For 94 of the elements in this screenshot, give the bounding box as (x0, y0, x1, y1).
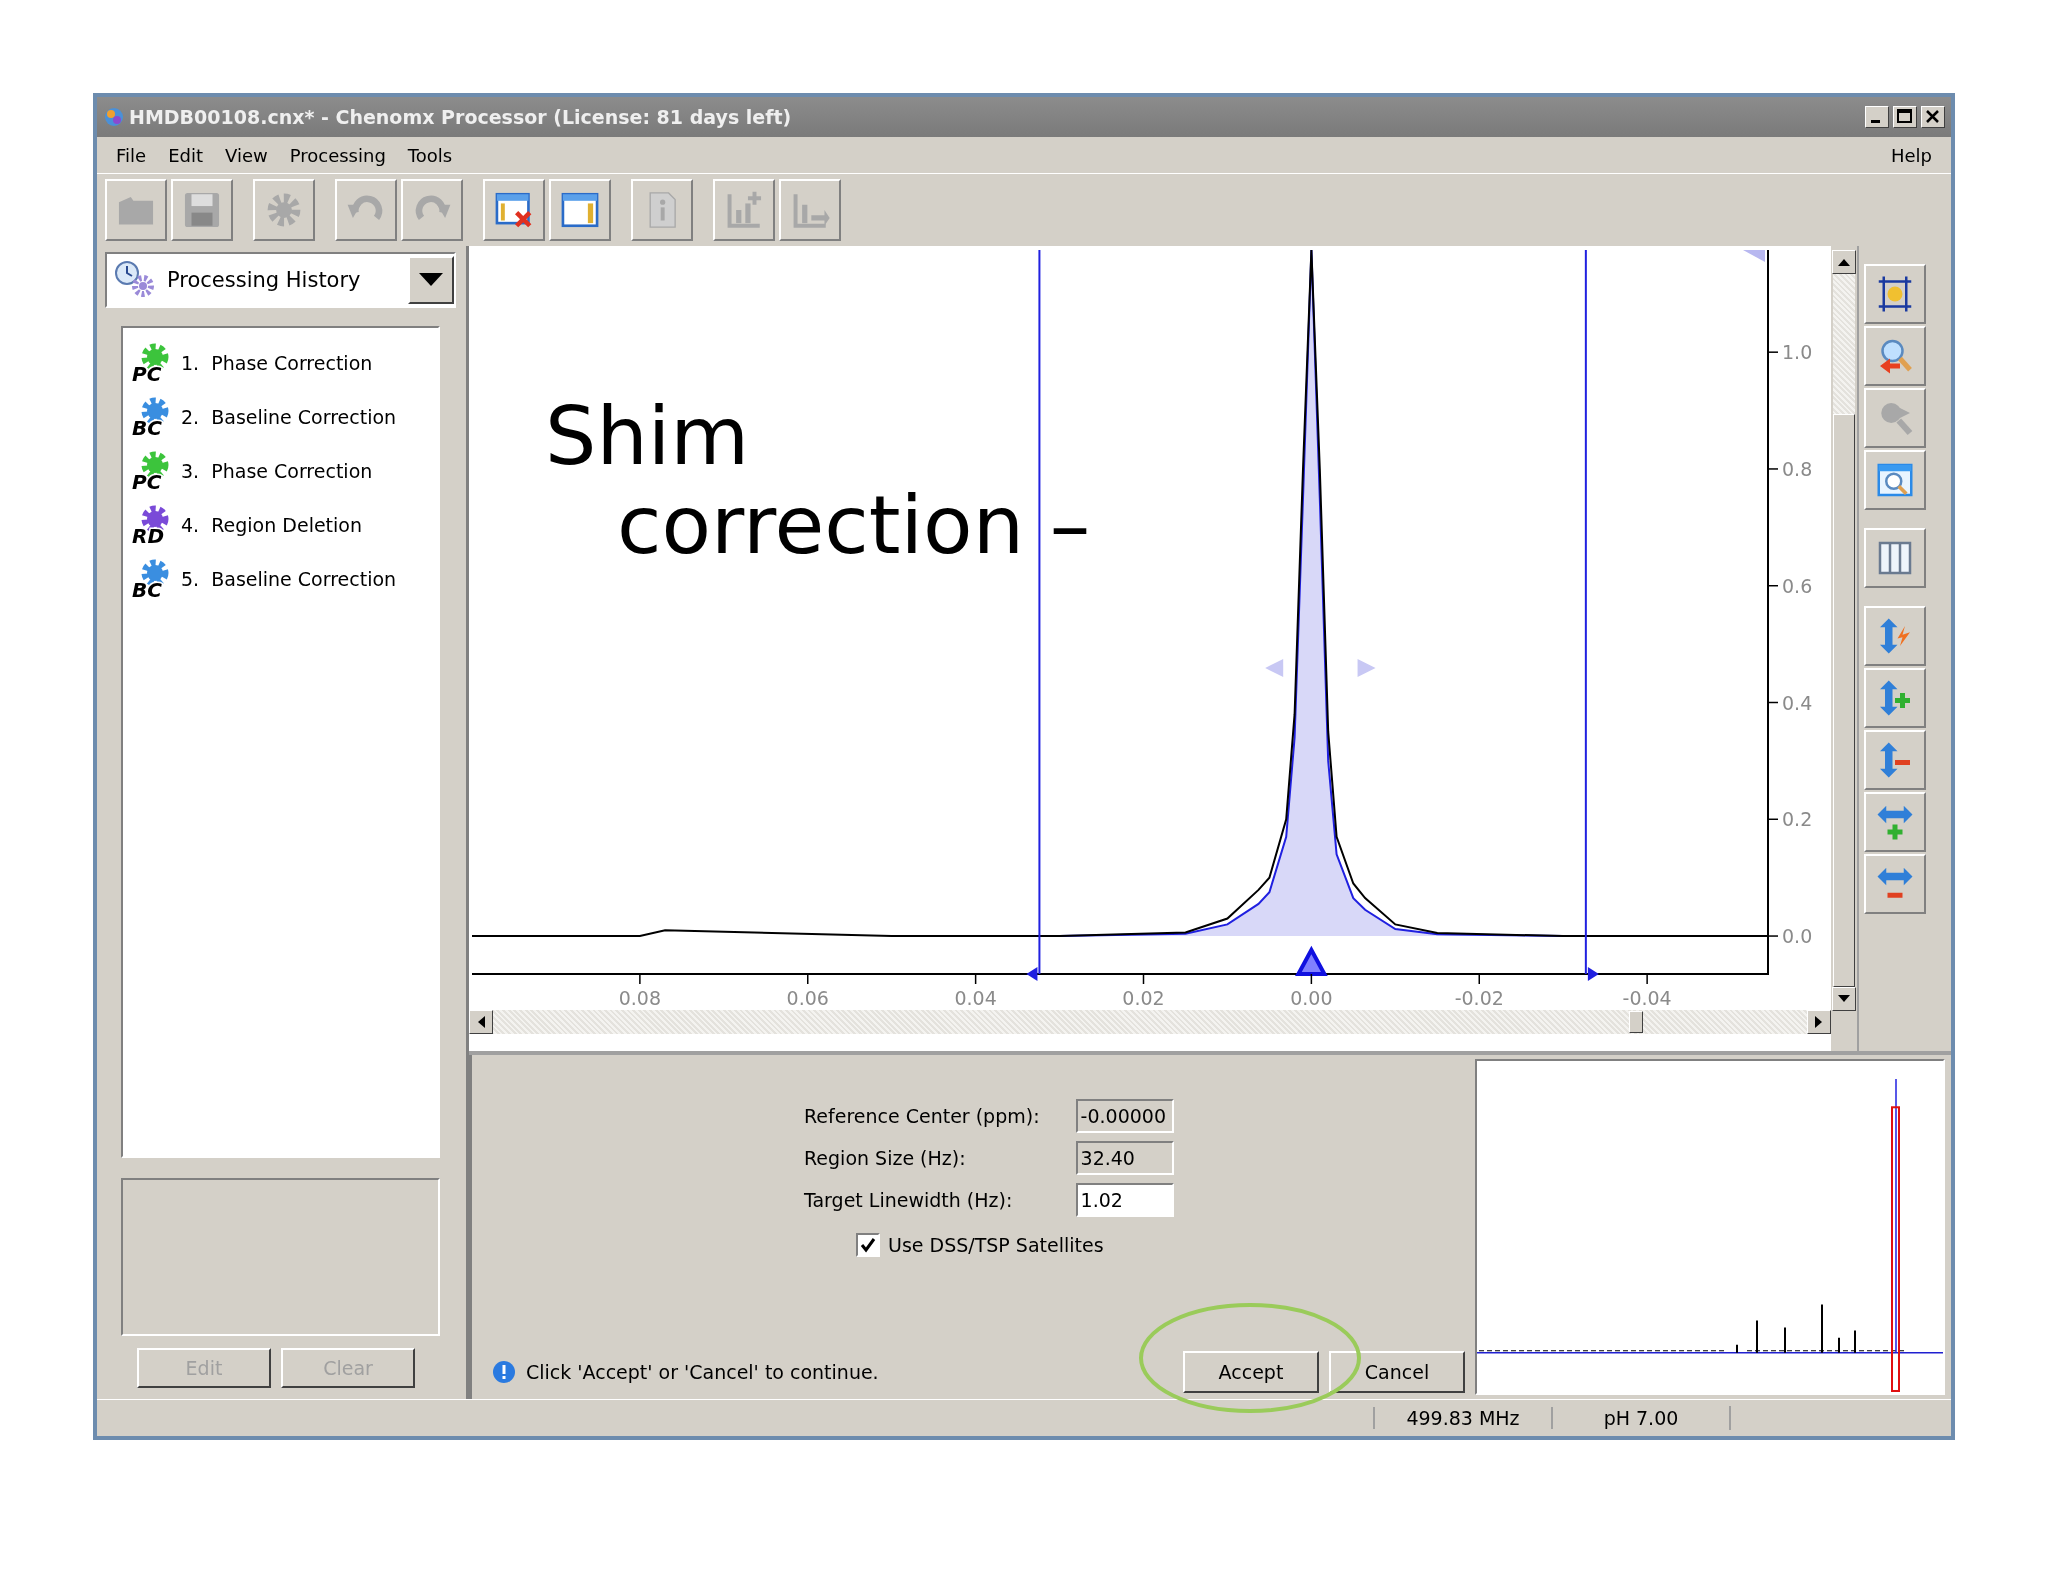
panel-selector[interactable]: Processing History (105, 252, 456, 308)
history-label: 3. Phase Correction (181, 460, 373, 482)
y-tick (1767, 701, 1779, 704)
x-tick (807, 973, 809, 985)
app-icon (103, 106, 125, 128)
region-line[interactable] (1584, 249, 1587, 975)
scroll-thumb[interactable] (1629, 1011, 1643, 1033)
maximize-button[interactable] (1893, 106, 1917, 128)
menu-item[interactable]: File (105, 144, 158, 166)
y-tick-label: 1.0 (1782, 341, 1813, 364)
center-marker[interactable] (1295, 945, 1328, 976)
tool-button[interactable] (1864, 730, 1926, 790)
status-field: 499.83 MHz (1373, 1407, 1551, 1429)
x-tick-label: 0.06 (786, 987, 829, 1009)
y-tick (1767, 818, 1779, 820)
cancel-button[interactable]: Cancel (1329, 1351, 1465, 1393)
x-tick-label: 0.00 (1290, 987, 1333, 1009)
region-arrow-icon[interactable] (1587, 967, 1599, 981)
dropdown-button[interactable] (408, 256, 454, 304)
status-message: Click 'Accept' or 'Cancel' to continue. (526, 1361, 879, 1383)
checkbox-label[interactable]: Use DSS/TSP Satellites (888, 1234, 1104, 1256)
tool-button[interactable] (1864, 264, 1926, 324)
x-tick-label: -0.02 (1454, 987, 1504, 1009)
scroll-up-button[interactable] (1832, 250, 1856, 274)
scroll-down-button[interactable] (1832, 987, 1856, 1011)
region-line[interactable] (1038, 249, 1041, 975)
y-tick (1767, 468, 1779, 470)
history-label: 1. Phase Correction (181, 352, 373, 374)
corner-marker[interactable] (1743, 250, 1765, 262)
x-tick (1142, 973, 1145, 985)
y-tick-label: 0.6 (1782, 574, 1813, 597)
x-tick (1646, 973, 1648, 985)
y-tick-label: 0.2 (1782, 808, 1813, 831)
menu-item[interactable]: Tools (396, 144, 464, 166)
x-tick-label: -0.04 (1622, 987, 1672, 1009)
toolbar-button[interactable] (483, 179, 545, 241)
scroll-left-button[interactable] (469, 1010, 493, 1034)
close-button[interactable] (1921, 106, 1945, 128)
history-item[interactable]: PC 1. Phase Correction (131, 336, 430, 390)
x-tick-label: 0.04 (954, 987, 997, 1009)
slide-caption: Shim correction – (545, 392, 1091, 571)
history-item[interactable]: RD 4. Region Deletion (131, 498, 430, 552)
y-tick-label: 0.4 (1782, 691, 1813, 714)
x-tick (639, 973, 641, 985)
field-label: Target Linewidth (Hz): (804, 1189, 1014, 1211)
status-field: pH 7.00 (1551, 1407, 1729, 1429)
scroll-thumb[interactable] (1833, 414, 1855, 987)
up-arrow-icon (1838, 258, 1850, 266)
horizontal-scrollbar[interactable] (469, 1010, 1831, 1034)
caret-icon (419, 273, 443, 287)
history-label: 2. Baseline Correction (181, 406, 397, 428)
y-tick (1767, 351, 1779, 353)
field-label: Reference Center (ppm): (804, 1105, 1040, 1127)
tool-button[interactable] (1864, 528, 1926, 588)
menu-item[interactable]: Edit (157, 144, 214, 166)
region-arrow-icon[interactable] (1026, 967, 1038, 981)
tool-button[interactable] (1864, 854, 1926, 914)
info-icon (492, 1360, 516, 1384)
right-arrow-icon (1815, 1016, 1823, 1028)
minimize-button[interactable] (1865, 106, 1889, 128)
left-arrow-icon (477, 1016, 485, 1028)
y-tick-label: 0.0 (1782, 925, 1813, 948)
minimize-icon (1871, 120, 1880, 123)
input-field[interactable]: 1.02 (1075, 1183, 1174, 1217)
history-label: 5. Baseline Correction (181, 568, 397, 590)
history-item[interactable]: BC 2. Baseline Correction (131, 390, 430, 444)
y-tick (1767, 585, 1779, 587)
menu-item[interactable]: Help (1879, 144, 1943, 166)
x-tick (1478, 973, 1480, 985)
tool-button[interactable] (1864, 606, 1926, 666)
clock-gear-icon (113, 260, 157, 300)
menu-item[interactable]: Processing (278, 144, 397, 166)
scroll-right-button[interactable] (1807, 1010, 1831, 1034)
y-tick (1767, 935, 1779, 937)
x-tick (974, 973, 977, 985)
history-item[interactable]: BC 5. Baseline Correction (131, 552, 430, 606)
field-label: Region Size (Hz): (804, 1147, 967, 1169)
toolbar-button[interactable] (549, 179, 611, 241)
history-label: 4. Region Deletion (181, 514, 362, 536)
menu-item[interactable]: View (214, 144, 279, 166)
tool-button[interactable] (1864, 326, 1926, 386)
down-arrow-icon (1838, 995, 1850, 1003)
x-tick-label: 0.02 (1122, 987, 1165, 1009)
window-title: HMDB00108.cnx* - Chenomx Processor (License: 81 days left) (129, 106, 793, 128)
checkbox[interactable] (856, 1233, 880, 1257)
overview-spectrum-drawing[interactable] (1475, 1059, 1945, 1395)
panel-title: Processing History (167, 268, 362, 292)
tool-button[interactable] (1864, 668, 1926, 728)
tool-button[interactable] (1864, 792, 1926, 852)
x-tick (1310, 973, 1313, 985)
accept-button[interactable]: Accept (1183, 1351, 1319, 1393)
history-item[interactable]: PC 3. Phase Correction (131, 444, 430, 498)
x-tick-label: 0.08 (618, 987, 662, 1009)
y-tick-label: 0.8 (1782, 457, 1813, 480)
